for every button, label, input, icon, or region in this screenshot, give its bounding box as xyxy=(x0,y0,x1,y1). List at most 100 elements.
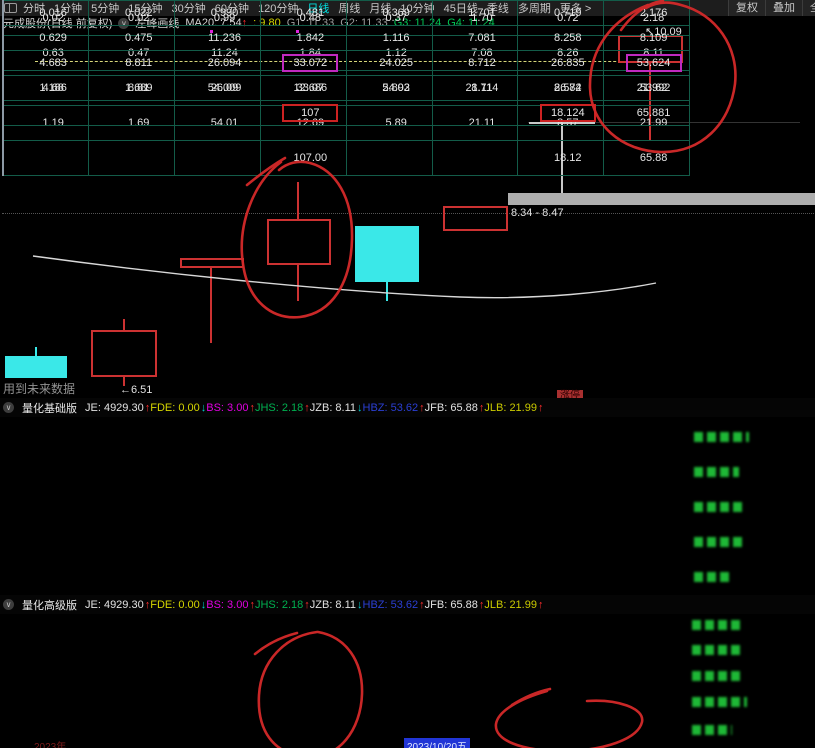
section-title: 量化基础版 xyxy=(22,400,77,416)
down-arrow-icon: ↓ xyxy=(357,402,363,414)
collapse-icon[interactable]: ∨ xyxy=(3,402,14,413)
highlight-box-red: 18.124 xyxy=(540,104,596,122)
stat-jhs: JHS: 2.18↑ xyxy=(255,402,310,414)
table-cell: 0.016 xyxy=(3,1,89,26)
table-cell: 26.835 xyxy=(518,51,604,76)
candle-body-down xyxy=(355,226,419,282)
highlight-box-purple: 33.072 xyxy=(282,54,338,72)
candle-wick xyxy=(297,182,299,219)
highlight-box-purple: 53.624 xyxy=(626,54,682,72)
stat-jlb: JLB: 21.99↑ xyxy=(484,599,543,611)
blurred-green-annotation xyxy=(692,697,747,707)
up-arrow-icon: ↑ xyxy=(538,402,544,414)
table-cell: 4.683 xyxy=(3,51,89,76)
up-arrow-icon: ↑ xyxy=(419,599,425,611)
hand-drawn-circle-cell xyxy=(496,691,642,748)
hand-drawn-tail xyxy=(512,689,550,705)
table-row: 4.6838.81126.09433.07224.0258.71226.8355… xyxy=(3,51,690,76)
menu-right-button-0[interactable]: 复权 xyxy=(728,0,765,16)
candle-wick xyxy=(123,319,125,330)
indicator-stats: JE: 4929.30↑FDE: 0.00↓BS: 3.00↑JHS: 2.18… xyxy=(85,599,543,611)
indicator-stats: JE: 4929.30↑FDE: 0.00↓BS: 3.00↑JHS: 2.18… xyxy=(85,402,543,414)
table-cell: 0.990 xyxy=(175,1,261,26)
collapse-icon[interactable]: ∨ xyxy=(3,599,14,610)
candle-body-up xyxy=(180,258,244,268)
candle-wick xyxy=(386,282,388,301)
stat-fde: FDE: 0.00↓ xyxy=(150,402,206,414)
axis-year-label: 2023年 xyxy=(34,738,66,748)
table-cell: 8.811 xyxy=(89,51,175,76)
section-header-basic: ∨ 量化基础版 JE: 4929.30↑FDE: 0.00↓BS: 3.00↑J… xyxy=(0,398,815,417)
table-row: 0.6290.47511.2361.8421.1167.0818.2588.10… xyxy=(3,26,690,51)
table-cell: 65.881 xyxy=(604,101,690,126)
blurred-green-annotation xyxy=(694,432,749,442)
candle-body-down xyxy=(5,356,67,378)
candle-wick xyxy=(297,265,299,301)
stat-bs: BS: 3.00↑ xyxy=(206,599,255,611)
stat-jfb: JFB: 65.88↑ xyxy=(425,599,485,611)
table-cell: 8.109 xyxy=(604,26,690,51)
table-cell: 0.022 xyxy=(89,1,175,26)
table-cell: 18.12 xyxy=(518,141,604,176)
table-cell: 0.475 xyxy=(89,26,175,51)
table-cell: 8.712 xyxy=(432,51,518,76)
menu-right-button-1[interactable]: 叠加 xyxy=(765,0,802,16)
up-arrow-icon: ↑ xyxy=(304,599,310,611)
table-cell: 1.186 xyxy=(3,76,89,101)
gray-price-bar xyxy=(508,193,815,205)
candle-body-up xyxy=(267,219,331,265)
blurred-green-annotation xyxy=(692,671,744,681)
table-cell xyxy=(175,141,261,176)
table-cell xyxy=(3,101,89,126)
table-cell xyxy=(175,101,261,126)
range-label: 8.34 - 8.47 xyxy=(511,207,564,219)
table-row: 107.0018.1265.88 xyxy=(3,141,690,176)
table-cell xyxy=(89,141,175,176)
stat-fde: FDE: 0.00↓ xyxy=(150,599,206,611)
stat-je: JE: 4929.30↑ xyxy=(85,599,150,611)
table-cell: 21.992 xyxy=(604,76,690,101)
table-row: 1.1861.68954.00912.6865.89321.1148.57221… xyxy=(3,76,690,101)
table-cell xyxy=(89,101,175,126)
table-cell: 7.081 xyxy=(432,26,518,51)
stat-jhs: JHS: 2.18↑ xyxy=(255,599,310,611)
quant-advanced-table: 0.0160.0220.9900.4810.3691.7010.7192.176… xyxy=(2,0,690,126)
white-dotted-level-line xyxy=(2,213,814,214)
table-cell: 12.686 xyxy=(260,76,346,101)
blurred-green-annotation xyxy=(694,502,744,512)
table-cell xyxy=(432,101,518,126)
stat-bs: BS: 3.00↑ xyxy=(206,402,255,414)
up-arrow-icon: ↑ xyxy=(538,599,544,611)
stat-jzb: JZB: 8.11↓ xyxy=(310,599,363,611)
table-cell: 5.893 xyxy=(346,76,432,101)
table-cell: 107 xyxy=(260,101,346,126)
table-cell: 1.842 xyxy=(260,26,346,51)
stat-jzb: JZB: 8.11↓ xyxy=(310,402,363,414)
axis-date-label[interactable]: 2023/10/20五 xyxy=(404,738,470,748)
future-data-note: 用到未来数据 xyxy=(3,380,75,397)
hand-drawn-circle-column xyxy=(259,632,362,748)
blurred-green-annotation xyxy=(694,537,742,547)
table-cell xyxy=(346,141,432,176)
up-arrow-icon: ↑ xyxy=(419,402,425,414)
table-cell xyxy=(346,101,432,126)
table-row: 0.0160.0220.9900.4810.3691.7010.7192.176 xyxy=(3,1,690,26)
up-arrow-icon: ↑ xyxy=(304,402,310,414)
table-cell: 21.114 xyxy=(432,76,518,101)
table-cell: 54.009 xyxy=(175,76,261,101)
low-price-annotation: ←6.51 xyxy=(120,384,152,396)
menu-right: 复权叠加全 xyxy=(728,0,815,16)
menu-right-button-2[interactable]: 全 xyxy=(802,0,815,16)
table-row: 107 18.124 65.881 xyxy=(3,101,690,126)
blurred-green-annotation xyxy=(692,725,732,735)
blurred-green-annotation xyxy=(692,620,742,630)
section-header-advanced: ∨ 量化高级版 JE: 4929.30↑FDE: 0.00↓BS: 3.00↑J… xyxy=(0,595,815,614)
table-cell: 33.072 xyxy=(260,51,346,76)
table-cell: 2.176 xyxy=(604,1,690,26)
blurred-green-annotation xyxy=(692,645,740,655)
table-cell: 8.258 xyxy=(518,26,604,51)
table-cell: 1.116 xyxy=(346,26,432,51)
candle-wick xyxy=(35,347,37,356)
table-cell: 26.094 xyxy=(175,51,261,76)
stat-hbz: HBZ: 53.62↑ xyxy=(363,402,425,414)
